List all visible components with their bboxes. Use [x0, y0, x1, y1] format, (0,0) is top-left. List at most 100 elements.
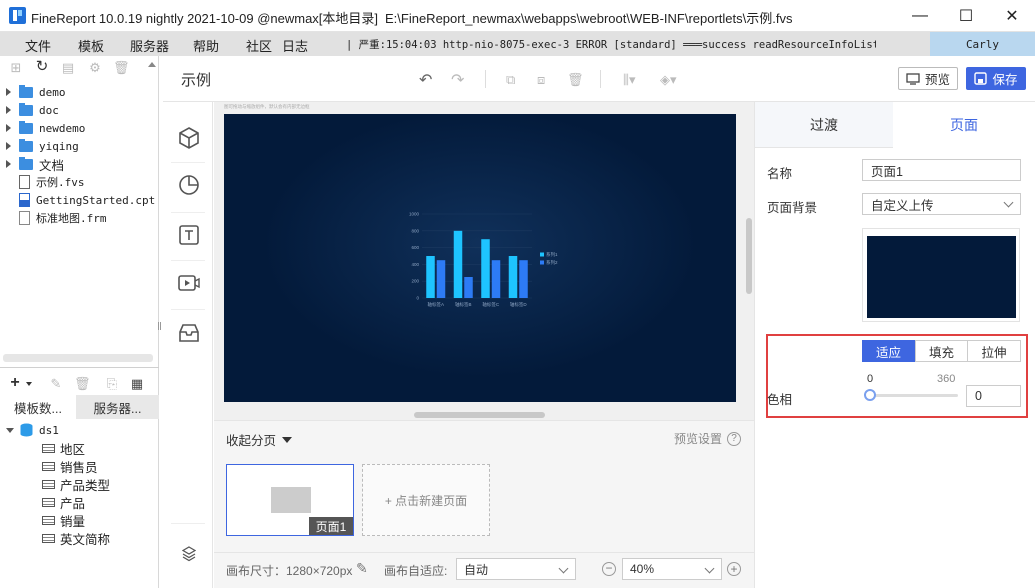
tree-folder-docs[interactable]: 文档 [6, 155, 64, 173]
menu-server[interactable]: 服务器 [130, 36, 169, 55]
help-icon[interactable]: ? [727, 431, 742, 446]
divider [171, 260, 205, 261]
bar-chart[interactable]: 1000 800 600 400 200 0 轴标签A 轴标签B 轴标签C 轴标签D 系列1系列2 [224, 114, 736, 402]
copy-icon[interactable]: ⧉ [506, 72, 515, 88]
expand-caret-icon[interactable] [6, 106, 11, 114]
hue-slider-handle[interactable] [864, 389, 876, 401]
text-box-icon[interactable] [178, 224, 200, 246]
canvas-adapt-select[interactable]: 自动 [456, 558, 576, 580]
tree-file-map[interactable]: 标准地图.frm [19, 209, 107, 227]
close-button[interactable]: ✕ [989, 0, 1035, 32]
field-item[interactable]: 产品类型 [42, 475, 110, 493]
expand-caret-icon[interactable] [6, 124, 11, 132]
tree-folder-yiqing[interactable]: yiqing [6, 137, 79, 155]
divider [0, 367, 159, 368]
fit-option-stretch[interactable]: 拉伸 [968, 340, 1021, 362]
preview-settings[interactable]: 预览设置 ? [674, 430, 742, 447]
fit-option-adapt[interactable]: 适应 [862, 340, 915, 362]
expand-caret-icon[interactable] [6, 88, 11, 96]
bottom-bar: 画布尺寸：1280×720px ✎ 画布自适应: 自动 − 40% + [214, 552, 754, 588]
video-icon[interactable] [178, 273, 200, 293]
zoom-out-icon[interactable]: − [602, 562, 616, 576]
redo-icon[interactable]: ↷ [451, 70, 464, 90]
delete-component-icon[interactable]: 🗑 [567, 72, 584, 88]
expand-caret-icon[interactable] [6, 142, 11, 150]
align-icon[interactable]: ⫼▾ [623, 72, 636, 88]
maximize-button[interactable]: ☐ [943, 0, 989, 32]
horizontal-scrollbar[interactable] [414, 412, 545, 418]
hue-slider-track[interactable] [866, 394, 958, 397]
3d-cube-icon[interactable] [178, 126, 200, 150]
collapse-caret-icon[interactable] [6, 427, 14, 433]
background-preview[interactable] [862, 228, 1020, 322]
page-label: 页面1 [309, 517, 353, 535]
layers-icon[interactable] [182, 546, 196, 562]
name-input[interactable]: 页面1 [862, 159, 1021, 181]
tab-server-data[interactable]: 服务器... [76, 395, 159, 419]
expand-caret-icon[interactable] [6, 160, 11, 168]
file-path: E:\FineReport_newmax\webapps\webroot\WEB… [385, 11, 793, 26]
field-item[interactable]: 销售员 [42, 457, 98, 475]
undo-icon[interactable]: ↶ [419, 70, 432, 90]
field-icon [42, 461, 55, 471]
save-button[interactable]: 保存 [966, 67, 1026, 90]
tree-folder-doc[interactable]: doc [6, 101, 59, 119]
tree-label: demo [39, 85, 66, 99]
zoom-value: 40% [630, 562, 655, 576]
layer-icon[interactable]: ◈▾ [660, 72, 677, 88]
dataset-ds1[interactable]: ds1 [6, 421, 59, 439]
refresh-icon[interactable]: ↻ [35, 59, 49, 74]
preview-dataset-icon[interactable]: ⎘ [105, 377, 119, 391]
tree-file-example[interactable]: 示例.fvs [19, 173, 85, 191]
menu-template[interactable]: 模板 [78, 36, 104, 55]
field-icon [42, 533, 55, 543]
collapse-up-icon[interactable] [148, 62, 156, 67]
chart-bar [436, 260, 446, 298]
new-folder-icon[interactable]: ⊞ [9, 61, 23, 75]
background-select[interactable]: 自定义上传 [862, 193, 1021, 215]
menu-log[interactable]: 日志 [282, 36, 308, 55]
field-item[interactable]: 销量 [42, 511, 85, 529]
tree-folder-demo[interactable]: demo [6, 83, 66, 101]
add-dropdown-icon[interactable] [26, 382, 32, 386]
hue-input[interactable]: 0 [966, 385, 1021, 407]
tree-file-gettingstarted[interactable]: GettingStarted.cpt [19, 191, 155, 209]
template-icon[interactable]: ▤ [61, 61, 75, 75]
paste-icon[interactable]: ⧈ [537, 72, 545, 88]
delete-icon[interactable]: 🗑 [113, 61, 130, 75]
minimize-button[interactable]: — [897, 0, 943, 32]
field-item[interactable]: 地区 [42, 439, 85, 457]
tree-folder-newdemo[interactable]: newdemo [6, 119, 85, 137]
new-page-button[interactable]: + 点击新建页面 [362, 464, 490, 536]
background-label: 页面背景 [767, 201, 818, 215]
dataset-table-icon[interactable]: ▦ [130, 377, 144, 391]
menu-help[interactable]: 帮助 [193, 36, 219, 55]
zoom-in-icon[interactable]: + [727, 562, 741, 576]
container-icon[interactable] [178, 322, 200, 344]
add-dataset-icon[interactable]: + [8, 375, 22, 391]
edit-size-icon[interactable]: ✎ [356, 560, 368, 577]
fit-option-fill[interactable]: 填充 [915, 340, 968, 362]
settings-icon[interactable]: ⚙ [88, 61, 102, 75]
field-item[interactable]: 英文简称 [42, 529, 110, 547]
preview-button[interactable]: 预览 [898, 67, 958, 90]
edit-icon[interactable]: ✎ [49, 377, 63, 391]
vertical-scrollbar[interactable] [746, 218, 752, 294]
divider [600, 70, 601, 88]
field-item[interactable]: 产品 [42, 493, 85, 511]
menu-file[interactable]: 文件 [25, 36, 51, 55]
tab-page[interactable]: 页面 [893, 102, 1035, 148]
delete-dataset-icon[interactable]: 🗑 [74, 377, 91, 391]
zoom-select[interactable]: 40% [622, 558, 722, 580]
menu-community[interactable]: 社区 [246, 36, 272, 55]
field-icon [42, 497, 55, 507]
collapse-pages-toggle[interactable]: 收起分页 [226, 430, 293, 449]
splitter-handle[interactable] [158, 322, 161, 330]
tab-transition[interactable]: 过渡 [755, 102, 893, 148]
pie-chart-icon[interactable] [178, 174, 200, 196]
dashboard-canvas[interactable]: 1000 800 600 400 200 0 轴标签A 轴标签B 轴标签C 轴标签D 系列1 系列2 [224, 114, 736, 402]
tab-template-data[interactable]: 模板数... [0, 395, 76, 419]
user-name[interactable]: Carly [930, 32, 1035, 56]
tree-scrollbar[interactable] [3, 354, 153, 362]
page-thumbnail-1[interactable]: 页面1 [226, 464, 354, 536]
